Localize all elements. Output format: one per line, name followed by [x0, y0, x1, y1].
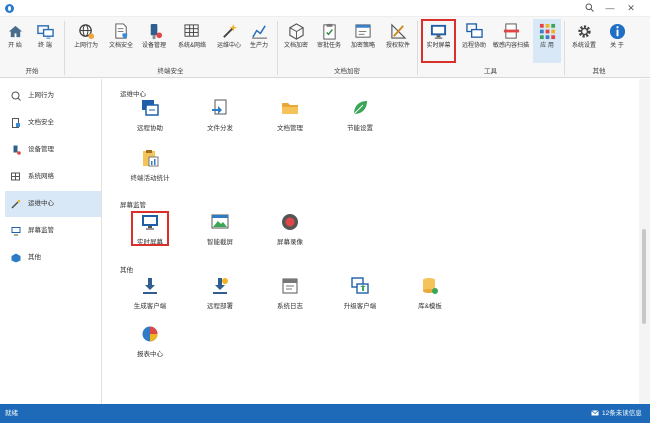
deploy-icon — [213, 278, 228, 294]
close-button[interactable]: ✕ — [624, 3, 638, 14]
app-logo-icon — [5, 4, 14, 13]
usb-device-icon — [150, 23, 162, 40]
network-grid-icon — [183, 24, 199, 37]
app-file-distribution[interactable]: 文件分发 — [185, 99, 255, 135]
policy-window-icon — [354, 24, 371, 38]
usb-device-icon — [13, 145, 21, 155]
ribbon-sensitive-scan-button[interactable]: 敏感内容扫描 — [490, 19, 532, 63]
terminal-icon — [36, 25, 54, 39]
group-label-terminal-security: 终端安全 — [157, 68, 184, 75]
app-screen-recording[interactable]: 屏幕录像 — [255, 213, 325, 249]
ribbon-online-behavior-button[interactable]: 上网行为 — [70, 19, 102, 63]
chart-line-icon — [251, 25, 267, 39]
app-document-management[interactable]: 文档管理 — [255, 99, 325, 135]
ribbon-toolbar: 开 始 终 端 上网行为 文档安全 设备管理 系统&网络 运维中心 生产力 文档… — [0, 17, 650, 78]
file-distribution-icon — [212, 99, 227, 115]
highlight-box-ribbon — [421, 19, 456, 63]
ribbon-auth-software-button[interactable]: 授权软件 — [382, 19, 414, 63]
ribbon-doc-security-button[interactable]: 文档安全 — [105, 19, 137, 63]
ribbon-about-button[interactable]: 关 于 — [604, 19, 630, 63]
sidebar: 上网行为 文档安全 设备管理 系统网络 运维中心 屏幕监管 其他 — [0, 79, 102, 404]
sidebar-item-device-mgmt[interactable]: 设备管理 — [5, 137, 101, 163]
group-label-other: 其他 — [592, 68, 606, 75]
monitor-icon — [11, 227, 21, 236]
group-label-doc-encryption: 文档加密 — [334, 68, 360, 75]
unread-messages-link[interactable]: 12条未读信息 — [602, 404, 642, 423]
gear-icon — [577, 25, 591, 38]
vertical-scrollbar[interactable] — [639, 79, 650, 404]
pencil-ruler-icon — [390, 23, 406, 39]
folder-icon — [282, 103, 298, 114]
ribbon-system-network-button[interactable]: 系统&网络 — [173, 19, 211, 63]
scrollbar-thumb[interactable] — [642, 229, 646, 324]
globe-icon — [78, 24, 94, 40]
sidebar-item-doc-security[interactable]: 文档安全 — [5, 110, 101, 136]
document-shield-icon — [114, 23, 127, 40]
app-terminal-activity-stats[interactable]: 终端活动统计 — [115, 149, 185, 185]
ribbon-ops-center-button[interactable]: 运维中心 — [213, 19, 245, 63]
cube-icon — [11, 253, 21, 263]
section-title-screen: 屏幕监管 — [120, 202, 146, 209]
ribbon-device-mgmt-button[interactable]: 设备管理 — [138, 19, 170, 63]
leaf-icon — [353, 101, 367, 115]
database-icon — [423, 278, 438, 294]
clipboard-check-icon — [322, 23, 336, 40]
content-panel: 运维中心 远程协助 文件分发 文档管理 节能设置 终端活动统计 屏幕监管 实时屏… — [103, 79, 639, 404]
calendar-log-icon — [282, 278, 298, 294]
ribbon-productivity-button[interactable]: 生产力 — [246, 19, 272, 63]
ribbon-start-button[interactable]: 开 始 — [3, 19, 27, 63]
download-icon — [143, 278, 157, 294]
group-label-tools: 工具 — [484, 68, 497, 75]
sidebar-item-ops-center[interactable]: 运维中心 — [5, 191, 101, 217]
ribbon-approval-task-button[interactable]: 审批任务 — [314, 19, 344, 63]
upgrade-screens-icon — [351, 277, 369, 294]
sidebar-item-screen-monitor[interactable]: 屏幕监管 — [5, 218, 101, 244]
clipboard-chart-icon — [143, 150, 159, 167]
app-upgrade-client[interactable]: 升级客户端 — [325, 277, 395, 313]
picture-icon — [211, 214, 229, 229]
ribbon-encrypt-policy-button[interactable]: 加密策略 — [347, 19, 379, 63]
app-remote-assist[interactable]: 远程协助 — [115, 99, 185, 135]
section-title-other: 其他 — [120, 267, 133, 274]
network-icon — [11, 172, 20, 181]
app-smart-screenshot[interactable]: 智能截屏 — [185, 213, 255, 249]
globe-search-icon — [11, 91, 21, 101]
title-bar: — ✕ — [0, 0, 650, 17]
remote-assist-icon — [142, 100, 159, 116]
wand-icon — [222, 23, 237, 38]
ribbon-remote-assist-button[interactable]: 远程协助 — [458, 19, 490, 63]
remote-screens-icon — [465, 23, 483, 38]
scan-document-icon — [503, 23, 519, 39]
ribbon-doc-encrypt-button[interactable]: 文档加密 — [281, 19, 311, 63]
app-library-templates[interactable]: 库&模板 — [395, 277, 465, 313]
app-energy-settings[interactable]: 节能设置 — [325, 99, 395, 135]
ribbon-system-settings-button[interactable]: 系统设置 — [567, 19, 601, 63]
cube-lock-icon — [288, 23, 304, 40]
sidebar-item-other[interactable]: 其他 — [5, 245, 101, 271]
sidebar-item-online-behavior[interactable]: 上网行为 — [5, 83, 101, 109]
ribbon-apps-button[interactable]: 应 用 — [533, 19, 561, 63]
sidebar-item-system-network[interactable]: 系统网络 — [5, 164, 101, 190]
minimize-button[interactable]: — — [603, 3, 617, 14]
status-text: 就绪 — [5, 410, 18, 417]
home-icon — [8, 25, 22, 38]
record-icon — [282, 214, 298, 230]
group-label-start: 开始 — [25, 68, 39, 75]
document-icon — [12, 118, 20, 128]
search-icon[interactable] — [582, 3, 596, 14]
ribbon-terminal-button[interactable]: 终 端 — [32, 19, 58, 63]
apps-grid-icon — [539, 23, 555, 40]
app-remote-deploy[interactable]: 远程部署 — [185, 277, 255, 313]
mail-icon — [591, 410, 599, 416]
section-title-ops: 运维中心 — [120, 91, 146, 98]
app-system-log[interactable]: 系统日志 — [255, 277, 325, 313]
app-report-center[interactable]: 报表中心 — [115, 325, 185, 361]
highlight-box-content — [131, 211, 169, 246]
status-bar: 就绪 12条未读信息 — [0, 404, 650, 423]
info-icon — [609, 23, 625, 40]
pie-chart-icon — [142, 326, 158, 342]
wand-icon — [11, 199, 21, 209]
app-generate-client[interactable]: 生成客户端 — [115, 277, 185, 313]
